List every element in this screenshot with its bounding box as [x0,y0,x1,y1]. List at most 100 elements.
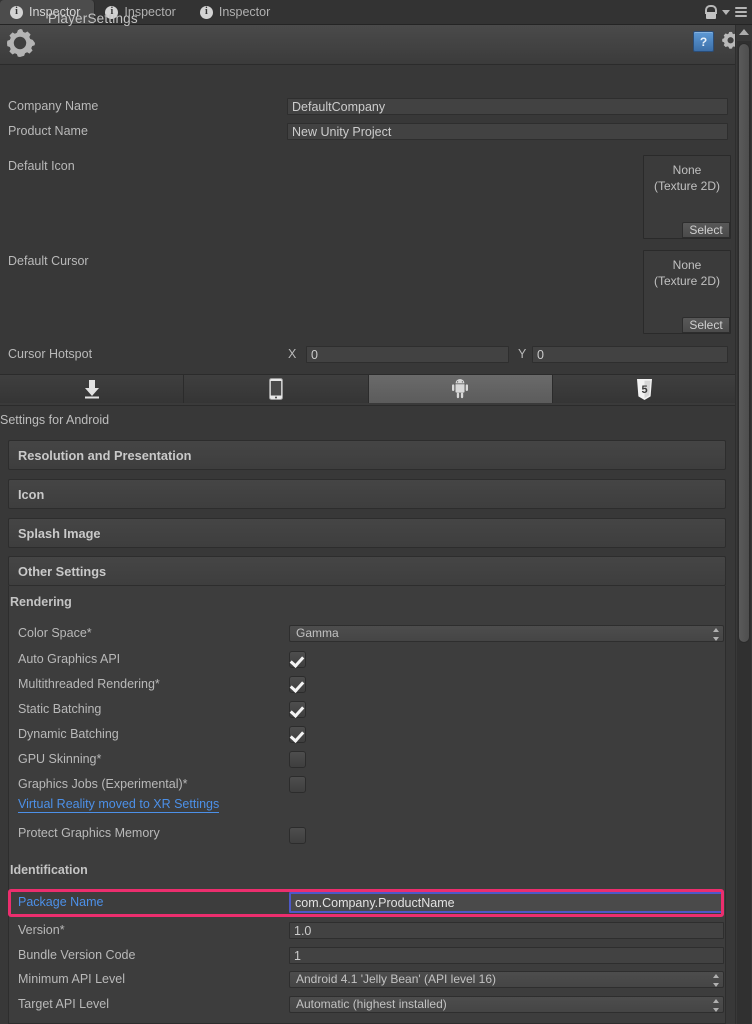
row-color-space: Color Space* Gamma [0,621,736,646]
default-icon-object-field[interactable]: None (Texture 2D) Select [643,155,731,239]
cursor-hotspot-label: Cursor Hotspot [8,347,93,361]
row-gpu-skinning: GPU Skinning* [0,747,736,772]
multithreaded-rendering-checkbox[interactable] [289,676,306,693]
product-name-label: Product Name [8,124,88,138]
select-button[interactable]: Select [682,222,730,238]
page-title: PlayerSettings [48,11,138,26]
package-name-input[interactable]: com.Company.ProductName [289,892,723,913]
platform-tab-strip: 5 [0,374,736,406]
default-icon-label: Default Icon [8,159,75,173]
default-cursor-object-field[interactable]: None (Texture 2D) Select [643,250,731,334]
row-graphics-jobs: Graphics Jobs (Experimental)* [0,772,736,797]
select-button[interactable]: Select [682,317,730,333]
product-name-input[interactable]: New Unity Project [287,123,728,140]
row-bundle-version-code: Bundle Version Code 1 [0,943,736,968]
platform-tab-android[interactable] [368,375,553,403]
section-splash-image[interactable]: Splash Image [8,518,726,548]
unlocked-padlock-icon[interactable] [704,4,717,20]
vertical-scrollbar[interactable] [735,25,752,1024]
default-icon-value: None (Texture 2D) [644,162,730,194]
row-auto-graphics-api: Auto Graphics API [0,647,736,672]
xr-settings-link[interactable]: Virtual Reality moved to XR Settings [18,797,220,813]
graphics-jobs-checkbox[interactable] [289,776,306,793]
html5-shield-icon: 5 [636,378,652,400]
tab-label: Inspector [218,5,271,19]
scrollbar-thumb[interactable] [738,43,750,643]
multithreaded-rendering-label: Multithreaded Rendering* [18,677,160,691]
info-icon: i [199,5,213,19]
graphics-jobs-label: Graphics Jobs (Experimental)* [18,777,188,791]
color-space-dropdown[interactable]: Gamma [289,625,724,642]
dynamic-batching-label: Dynamic Batching [18,727,119,741]
help-book-icon[interactable]: ? [693,31,714,52]
cursor-hotspot-y-input[interactable]: 0 [532,346,728,363]
row-cursor-hotspot: Cursor Hotspot X 0 Y 0 [0,342,736,367]
protect-graphics-memory-checkbox[interactable] [289,827,306,844]
static-batching-checkbox[interactable] [289,701,306,718]
download-arrow-icon [84,380,99,399]
section-other-settings[interactable]: Other Settings [8,556,726,586]
value-line1: None [672,258,702,272]
row-multithreaded-rendering: Multithreaded Rendering* [0,672,736,697]
target-api-level-dropdown[interactable]: Automatic (highest installed) [289,996,724,1013]
android-robot-icon [452,379,469,399]
help-glyph: ? [699,34,708,49]
inspector-window: i Inspector i Inspector i Inspector Play… [0,0,752,1024]
row-product-name: Product Name New Unity Project [0,119,736,144]
value-line1: None [672,163,702,177]
sort-arrows-icon [712,628,719,641]
auto-graphics-api-checkbox[interactable] [289,651,306,668]
info-icon: i [10,5,23,19]
row-static-batching: Static Batching [0,697,736,722]
scroll-up-arrow-icon[interactable] [739,29,749,35]
version-input[interactable]: 1.0 [289,922,724,939]
section-resolution-and-presentation[interactable]: Resolution and Presentation [8,440,726,470]
row-dynamic-batching: Dynamic Batching [0,722,736,747]
dynamic-batching-checkbox[interactable] [289,726,306,743]
chevron-down-icon[interactable] [722,9,730,15]
bundle-version-code-input[interactable]: 1 [289,947,724,964]
section-label: Resolution and Presentation [18,448,192,463]
gear-icon [7,29,35,57]
minimum-api-level-dropdown[interactable]: Android 4.1 'Jelly Bean' (API level 16) [289,971,724,988]
version-label: Version* [18,923,65,937]
rendering-heading: Rendering [10,595,72,609]
sort-arrows-icon [712,974,719,987]
target-api-level-value: Automatic (highest installed) [296,997,447,1011]
section-icon[interactable]: Icon [8,479,726,509]
svg-text:5: 5 [641,384,647,396]
package-name-label: Package Name [18,895,104,909]
sort-arrows-icon [712,999,719,1012]
row-version: Version* 1.0 [0,918,736,943]
cursor-hotspot-x-label: X [288,347,297,361]
hamburger-menu-icon[interactable] [735,7,747,17]
cursor-hotspot-x-input[interactable]: 0 [306,346,509,363]
protect-graphics-memory-label: Protect Graphics Memory [18,826,160,840]
iphone-icon [268,378,283,400]
section-label: Other Settings [18,564,107,579]
default-cursor-value: None (Texture 2D) [644,257,730,289]
value-line2: (Texture 2D) [653,179,721,193]
company-name-input[interactable]: DefaultCompany [287,98,728,115]
row-protect-graphics-memory: Protect Graphics Memory [0,821,736,846]
row-package-name: Package Name com.Company.ProductName [0,889,736,917]
cursor-hotspot-y-label: Y [518,347,527,361]
platform-tab-ios[interactable] [184,375,369,403]
auto-graphics-api-label: Auto Graphics API [18,652,121,666]
color-space-label: Color Space* [18,626,92,640]
tab-inspector-3[interactable]: i Inspector [190,0,284,24]
platform-tab-standalone[interactable] [0,375,185,403]
company-name-label: Company Name [8,99,99,113]
row-company-name: Company Name DefaultCompany [0,94,736,119]
static-batching-label: Static Batching [18,702,102,716]
minimum-api-level-label: Minimum API Level [18,972,125,986]
section-label: Icon [18,487,45,502]
row-target-api-level: Target API Level Automatic (highest inst… [0,992,736,1017]
platform-tab-webgl[interactable]: 5 [552,375,736,403]
gpu-skinning-checkbox[interactable] [289,751,306,768]
tab-bar-controls [704,0,752,24]
settings-content: Company Name DefaultCompany Product Name… [0,64,736,1024]
target-api-level-label: Target API Level [18,997,110,1011]
bundle-version-code-label: Bundle Version Code [18,948,136,962]
settings-for-label: Settings for Android [0,413,110,427]
